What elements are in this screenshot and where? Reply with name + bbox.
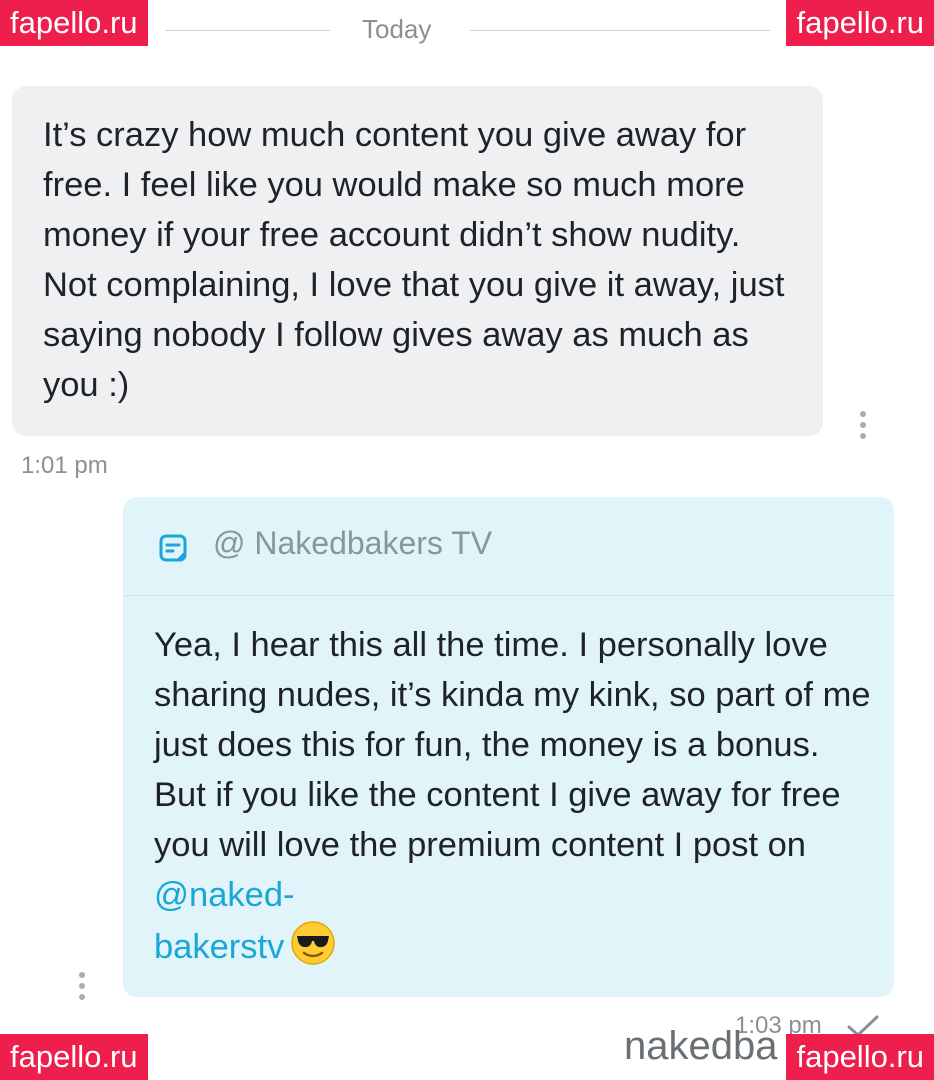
divider-line-left bbox=[165, 30, 330, 31]
outgoing-message-text: Yea, I hear this all the time. I persona… bbox=[154, 626, 871, 864]
incoming-message-time: 1:01 pm bbox=[21, 452, 108, 479]
message-options-icon[interactable] bbox=[79, 972, 85, 1005]
incoming-message-text: It’s crazy how much content you give awa… bbox=[43, 116, 785, 404]
watermark-bottom-left: fapello.ru bbox=[0, 1034, 148, 1080]
watermark-bottom-right: fapello.ru bbox=[786, 1034, 934, 1080]
date-divider-label: Today bbox=[362, 14, 432, 44]
sender-handle[interactable]: @ Nakedbakers TV bbox=[213, 525, 492, 562]
outgoing-message-bubble[interactable]: @ Nakedbakers TV Yea, I hear this all th… bbox=[123, 497, 894, 997]
outgoing-message-body: Yea, I hear this all the time. I persona… bbox=[123, 596, 894, 972]
watermark-top-right: fapello.ru bbox=[786, 0, 934, 46]
brand-watermark: nakedba bbox=[624, 1024, 778, 1068]
mention-link-part1: @naked- bbox=[154, 876, 295, 914]
incoming-message-bubble[interactable]: It’s crazy how much content you give awa… bbox=[12, 86, 823, 436]
message-header: @ Nakedbakers TV bbox=[123, 497, 894, 596]
divider-line-right bbox=[470, 30, 770, 31]
message-options-icon[interactable] bbox=[860, 411, 866, 444]
date-divider: Today bbox=[165, 8, 770, 52]
sunglasses-emoji-icon bbox=[291, 921, 336, 965]
mention-link[interactable]: @naked-bakerstv bbox=[154, 876, 295, 966]
watermark-top-left: fapello.ru bbox=[0, 0, 148, 46]
note-icon bbox=[159, 534, 187, 562]
mention-link-part2: bakerstv bbox=[154, 928, 285, 966]
